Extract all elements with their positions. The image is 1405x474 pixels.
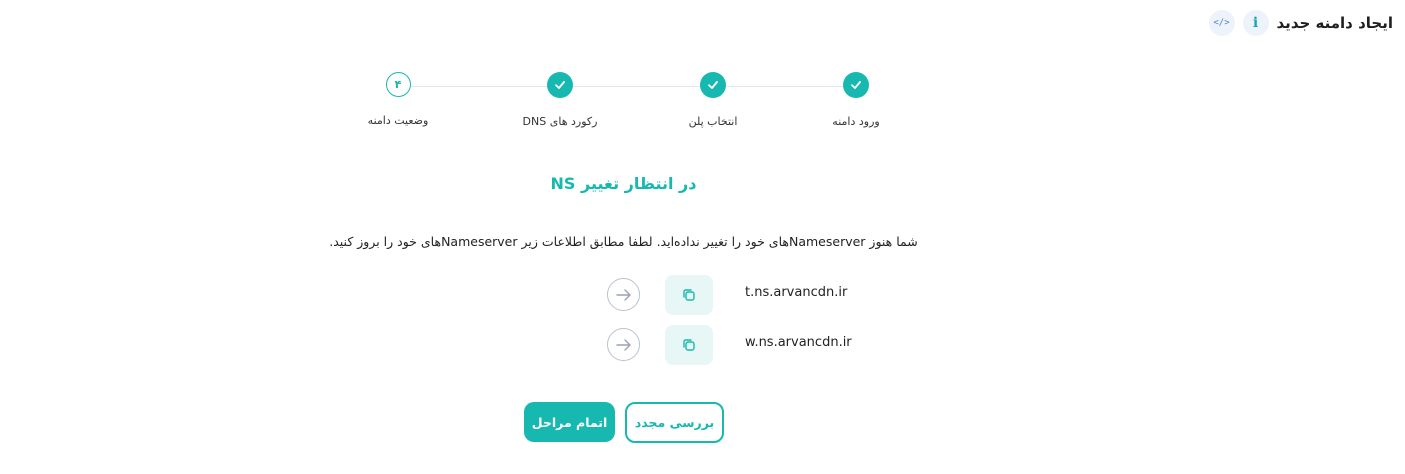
arrow-right-icon[interactable] [607,328,640,361]
check-icon [700,72,726,98]
copy-icon[interactable] [665,325,713,365]
instructions-text: شما هنوز Nameserverهای خود را تغییر نداد… [329,234,918,249]
step-dns-records: رکورد های DNS [480,72,640,128]
step-number: ۴ [385,72,411,97]
step-label: انتخاب پلن [688,115,738,128]
step-label: ورود دامنه [832,115,880,128]
step-plan-select: انتخاب پلن [633,72,793,128]
info-icon[interactable]: i [1242,10,1269,36]
page-title: ایجاد دامنه جدید [1276,14,1393,32]
nameserver-row: w.ns.arvancdn.ir [607,325,907,365]
step-domain-entry: ورود دامنه [776,72,936,128]
check-icon [547,72,573,98]
nameserver-row: t.ns.arvancdn.ir [607,275,907,315]
recheck-button[interactable]: بررسی مجدد [625,402,724,443]
page: ایجاد دامنه جدید i </> ورود دامنه انتخاب… [0,0,1405,474]
header: ایجاد دامنه جدید i </> [1201,10,1393,36]
step-domain-status: ۴ وضعیت دامنه [318,72,478,127]
arrow-right-icon[interactable] [607,278,640,311]
code-icon[interactable]: </> [1208,10,1235,36]
check-icon [843,72,869,98]
nameserver-value: w.ns.arvancdn.ir [745,335,852,350]
step-label: رکورد های DNS [522,115,598,128]
finish-button[interactable]: اتمام مراحل [524,402,615,442]
copy-icon[interactable] [665,275,713,315]
status-title: در انتظار تغییر NS [550,174,697,193]
step-label: وضعیت دامنه [367,114,429,127]
nameserver-value: t.ns.arvancdn.ir [745,285,848,300]
stepper: ورود دامنه انتخاب پلن رکورد های DNS ۴ وض… [340,72,940,142]
